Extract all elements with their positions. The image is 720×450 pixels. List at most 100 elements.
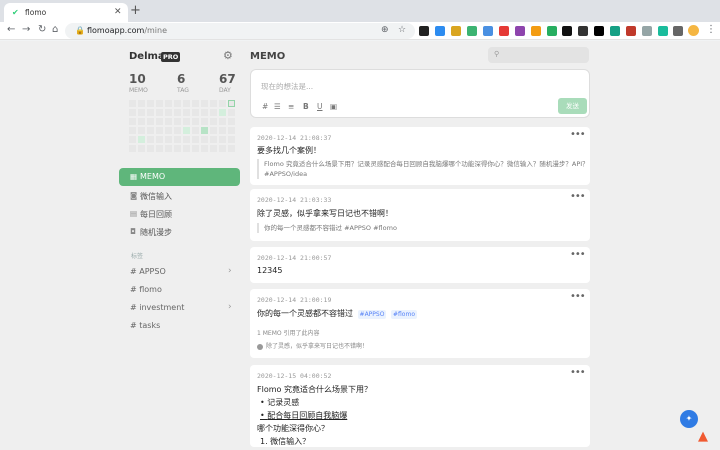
heatmap-cell[interactable] xyxy=(147,100,154,107)
tag-item-investment[interactable]: # investment xyxy=(130,303,184,312)
numbered-list-icon[interactable]: ≡ xyxy=(288,102,294,111)
heatmap-cell[interactable] xyxy=(147,118,154,125)
heatmap-cell[interactable] xyxy=(165,118,172,125)
heatmap-cell[interactable] xyxy=(138,100,145,107)
heatmap-cell[interactable] xyxy=(228,109,235,116)
heatmap-cell[interactable] xyxy=(138,118,145,125)
heatmap-cell[interactable] xyxy=(138,145,145,152)
browser-menu-icon[interactable]: ⋮ xyxy=(706,24,716,35)
extension-icon[interactable] xyxy=(451,26,461,36)
heatmap-cell[interactable] xyxy=(219,109,226,116)
heatmap-cell[interactable] xyxy=(165,136,172,143)
heatmap-cell[interactable] xyxy=(174,145,181,152)
puzzle-icon[interactable] xyxy=(673,26,683,36)
heatmap-cell[interactable] xyxy=(228,136,235,143)
close-tab-icon[interactable]: ✕ xyxy=(114,7,122,17)
heatmap-cell[interactable] xyxy=(219,118,226,125)
heatmap-cell[interactable] xyxy=(156,136,163,143)
memo-quote[interactable]: Flomo 究竟适合什么场景下用？记录灵感配合每日回顾自我脑爆哪个功能深得你心？… xyxy=(257,159,589,179)
heatmap-cell[interactable] xyxy=(201,100,208,107)
extension-icon[interactable] xyxy=(483,26,493,36)
heatmap-cell[interactable] xyxy=(201,109,208,116)
heatmap-cell[interactable] xyxy=(192,145,199,152)
profile-avatar[interactable] xyxy=(688,25,699,36)
heatmap-cell[interactable] xyxy=(210,136,217,143)
search-input[interactable]: ⚲ xyxy=(488,47,589,63)
extension-install-icon[interactable]: ⊕ xyxy=(381,25,389,35)
heatmap-cell[interactable] xyxy=(129,136,136,143)
heatmap-cell[interactable] xyxy=(156,145,163,152)
hashtag-icon[interactable]: # xyxy=(262,102,268,111)
bookmark-star-icon[interactable]: ☆ xyxy=(398,25,406,35)
heatmap-cell[interactable] xyxy=(174,136,181,143)
heatmap-cell[interactable] xyxy=(165,145,172,152)
more-options-icon[interactable]: ••• xyxy=(570,191,586,202)
heatmap-cell[interactable] xyxy=(165,100,172,107)
chevron-right-icon[interactable]: › xyxy=(228,266,232,276)
extension-icon[interactable] xyxy=(531,26,541,36)
tag-pill[interactable]: #APPSO xyxy=(357,310,387,319)
heatmap-cell[interactable] xyxy=(138,127,145,134)
heatmap-cell[interactable] xyxy=(228,118,235,125)
more-options-icon[interactable]: ••• xyxy=(570,367,586,378)
heatmap-cell[interactable] xyxy=(174,118,181,125)
heatmap-cell[interactable] xyxy=(147,136,154,143)
heatmap-cell[interactable] xyxy=(219,127,226,134)
heatmap-cell[interactable] xyxy=(228,145,235,152)
home-icon[interactable]: ⌂ xyxy=(52,24,58,35)
heatmap-cell[interactable] xyxy=(210,109,217,116)
back-icon[interactable]: ← xyxy=(7,24,15,35)
tag-item-tasks[interactable]: # tasks xyxy=(130,321,160,330)
heatmap-cell[interactable] xyxy=(156,118,163,125)
extension-icon[interactable] xyxy=(658,26,668,36)
heatmap-cell[interactable] xyxy=(210,127,217,134)
heatmap-cell[interactable] xyxy=(192,118,199,125)
tag-pill[interactable]: #flomo xyxy=(391,310,417,319)
chevron-right-icon[interactable]: › xyxy=(228,302,232,312)
extension-icon[interactable] xyxy=(547,26,557,36)
heatmap-cell[interactable] xyxy=(129,100,136,107)
nav-item-memo[interactable]: ▦ MEMO xyxy=(119,168,240,186)
extension-icon[interactable] xyxy=(499,26,509,36)
heatmap-cell[interactable] xyxy=(147,109,154,116)
heatmap-cell[interactable] xyxy=(174,127,181,134)
browser-tab[interactable]: ✔ flomo ✕ xyxy=(4,3,128,22)
extension-icon[interactable] xyxy=(435,26,445,36)
extension-icon[interactable] xyxy=(642,26,652,36)
heatmap-cell[interactable] xyxy=(219,136,226,143)
backlink-item[interactable]: 除了灵感，似乎拿来写日记也不错啊！ xyxy=(257,341,368,350)
heatmap-cell[interactable] xyxy=(228,127,235,134)
bold-icon[interactable]: B xyxy=(303,102,309,111)
editor-placeholder[interactable]: 现在的想法是... xyxy=(261,81,313,92)
heatmap-cell[interactable] xyxy=(183,100,190,107)
heatmap-cell[interactable] xyxy=(174,100,181,107)
heatmap-cell[interactable] xyxy=(129,109,136,116)
heatmap-cell[interactable] xyxy=(210,145,217,152)
heatmap-cell[interactable] xyxy=(210,100,217,107)
heatmap-cell[interactable] xyxy=(210,118,217,125)
extension-icon[interactable] xyxy=(594,26,604,36)
heatmap-cell[interactable] xyxy=(192,100,199,107)
more-options-icon[interactable]: ••• xyxy=(570,129,586,140)
tag-item-flomo[interactable]: # flomo xyxy=(130,285,162,294)
send-button[interactable]: 发送 xyxy=(558,98,587,114)
heatmap-cell[interactable] xyxy=(174,109,181,116)
reload-icon[interactable]: ↻ xyxy=(38,24,46,35)
nav-item-daily-review[interactable]: ▤ 每日回顾 xyxy=(119,205,240,223)
extension-icon[interactable] xyxy=(515,26,525,36)
heatmap-cell[interactable] xyxy=(219,100,226,107)
heatmap-cell[interactable] xyxy=(219,145,226,152)
heatmap-cell-today[interactable] xyxy=(228,100,235,107)
heatmap-cell[interactable] xyxy=(183,109,190,116)
extension-icon[interactable] xyxy=(562,26,572,36)
heatmap-cell[interactable] xyxy=(201,136,208,143)
more-options-icon[interactable]: ••• xyxy=(570,249,586,260)
extension-icon[interactable] xyxy=(419,26,429,36)
more-options-icon[interactable]: ••• xyxy=(570,291,586,302)
underline-icon[interactable]: U xyxy=(317,102,323,111)
heatmap-cell[interactable] xyxy=(129,118,136,125)
settings-sliders-icon[interactable]: ⚙ xyxy=(223,49,233,62)
help-button[interactable]: ✦ xyxy=(680,410,698,428)
heatmap-cell[interactable] xyxy=(201,118,208,125)
heatmap-cell[interactable] xyxy=(183,127,190,134)
